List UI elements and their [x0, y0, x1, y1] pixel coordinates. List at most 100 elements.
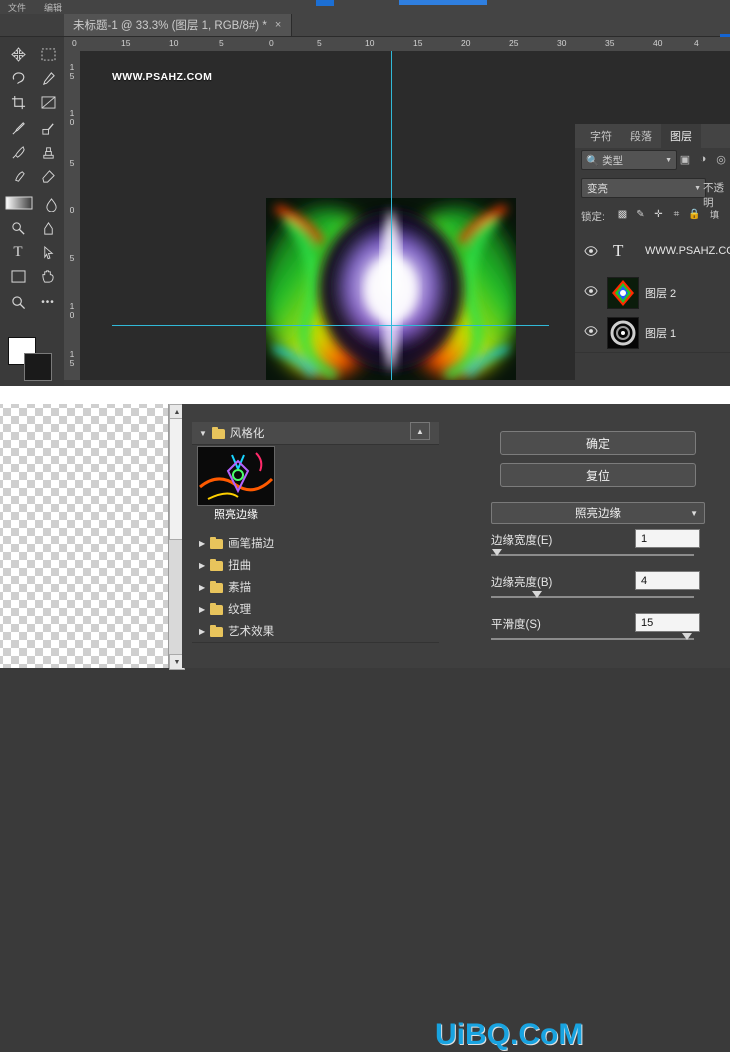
triangle-right-icon[interactable]: ▶	[199, 561, 205, 570]
document-tab-bar: 未标题-1 @ 33.3% (图层 1, RGB/8#) * ×	[0, 14, 730, 37]
zoom-tool[interactable]	[3, 291, 33, 314]
reset-button[interactable]: 复位	[500, 463, 696, 487]
lock-all-icon[interactable]: 🔒	[687, 207, 702, 222]
chevron-down-icon[interactable]: ▼	[690, 509, 698, 518]
artwork-watermark-text: WWW.PSAHZ.COM	[112, 71, 213, 83]
folder-icon	[210, 558, 224, 571]
type-tool[interactable]: T	[3, 241, 33, 264]
category-texture[interactable]: ▶ 纹理	[192, 598, 439, 621]
close-icon[interactable]: ×	[275, 19, 281, 31]
triangle-right-icon[interactable]: ▶	[199, 583, 205, 592]
slider-value-smoothness[interactable]: 15	[635, 613, 700, 632]
layer-row-text[interactable]: T WWW.PSAHZ.CO	[575, 232, 730, 273]
more-tools-icon[interactable]: •••	[33, 291, 63, 314]
healing-brush-tool[interactable]	[33, 117, 63, 140]
ok-button[interactable]: 确定	[500, 431, 696, 455]
quick-select-tool[interactable]	[33, 67, 63, 90]
ruler-tick: 5	[317, 38, 322, 48]
ruler-tick: 0	[269, 38, 274, 48]
slider-value-edge-brightness[interactable]: 4	[635, 571, 700, 590]
crop-tool[interactable]	[3, 91, 33, 114]
tab-strip-left-gap	[0, 14, 64, 36]
lasso-tool[interactable]	[3, 67, 33, 90]
menu-item-file[interactable]: 文件	[8, 1, 26, 14]
hand-tool[interactable]	[33, 265, 63, 288]
layer-filter-select[interactable]: 🔍 类型 ▼	[581, 150, 677, 170]
slider-track-edge-brightness[interactable]	[491, 596, 694, 598]
layer-filter-label: 类型	[602, 154, 624, 167]
slider-knob-smoothness[interactable]	[682, 633, 692, 640]
dodge-tool[interactable]	[3, 217, 33, 240]
slider-knob-edge-width[interactable]	[492, 549, 502, 556]
filter-thumb-glowing-edges[interactable]: 照亮边缘	[197, 446, 275, 522]
folder-icon	[210, 536, 224, 549]
path-selection-tool[interactable]	[33, 241, 63, 264]
triangle-right-icon[interactable]: ▶	[199, 539, 205, 548]
slider-track-smoothness[interactable]	[491, 638, 694, 640]
menu-item-edit[interactable]: 编辑	[44, 1, 62, 14]
pen-tool[interactable]	[33, 217, 63, 240]
move-tool[interactable]	[3, 43, 33, 66]
page-watermark: UiBQ.CoM	[435, 1018, 584, 1051]
filter-image-icon[interactable]: ▣	[677, 151, 693, 167]
visibility-eye-icon[interactable]	[584, 244, 598, 258]
eyedropper-tool[interactable]	[3, 117, 33, 140]
triangle-right-icon[interactable]: ▶	[199, 605, 205, 614]
category-label: 风格化	[229, 428, 265, 440]
lock-transparency-icon[interactable]: ▩	[615, 207, 630, 222]
triangle-right-icon[interactable]: ▶	[199, 627, 205, 636]
brush-tool[interactable]	[3, 141, 33, 164]
chevron-down-icon[interactable]: ▼	[694, 185, 701, 192]
ruler-tick: 10	[365, 38, 375, 48]
eraser-tool[interactable]	[33, 165, 63, 188]
slider-track-edge-width[interactable]	[491, 554, 694, 556]
dialog-gap	[182, 404, 192, 668]
visibility-eye-icon[interactable]	[584, 324, 598, 338]
category-label: 扭曲	[228, 560, 252, 572]
document-tab[interactable]: 未标题-1 @ 33.3% (图层 1, RGB/8#) * ×	[64, 14, 293, 36]
blur-tool[interactable]	[36, 193, 66, 216]
ruler-tick: 5	[69, 253, 75, 263]
triangle-down-icon[interactable]: ▼	[199, 429, 207, 438]
blend-mode-select[interactable]: 变亮 ▼	[581, 178, 706, 198]
tab-paragraph[interactable]: 段落	[621, 124, 661, 148]
category-label: 画笔描边	[228, 538, 275, 550]
visibility-eye-icon[interactable]	[584, 284, 598, 298]
category-brush-strokes[interactable]: ▶ 画笔描边	[192, 532, 439, 555]
layer-thumbnail	[607, 317, 639, 349]
filter-gallery-dialog: ▲ ▼ ▼ 风格化 照亮边缘 ▶ 画笔描边 ▶ 扭曲 ▶ 素描 ▶ 纹理 ▶ 艺…	[0, 404, 730, 670]
document-tab-title: 未标题-1 @ 33.3% (图层 1, RGB/8#) *	[73, 20, 267, 32]
slider-value-edge-width[interactable]: 1	[635, 529, 700, 548]
filter-select[interactable]: 照亮边缘 ▼	[491, 502, 705, 524]
category-artistic[interactable]: ▶ 艺术效果	[192, 620, 439, 643]
tab-layers[interactable]: 图层	[661, 124, 701, 148]
slider-knob-edge-brightness[interactable]	[532, 591, 542, 598]
lock-artboard-icon[interactable]: ⌗	[669, 207, 684, 222]
marquee-tool[interactable]	[33, 43, 63, 66]
vertical-ruler[interactable]: 1 5 1 0 5 0 5 1 0 1 5	[64, 51, 81, 380]
lock-move-icon[interactable]: ✛	[651, 207, 666, 222]
category-sketch[interactable]: ▶ 素描	[192, 576, 439, 599]
ruler-tick: 20	[461, 38, 471, 48]
filter-adjustment-icon[interactable]: ◑	[695, 151, 711, 167]
history-brush-tool[interactable]	[3, 165, 33, 188]
collapse-panel-button[interactable]: ▲	[410, 422, 430, 440]
tab-character[interactable]: 字符	[581, 124, 621, 148]
category-stylize[interactable]: ▼ 风格化	[192, 422, 439, 445]
category-distort[interactable]: ▶ 扭曲	[192, 554, 439, 577]
layer-row-2[interactable]: 图层 2	[575, 272, 730, 313]
shape-tool[interactable]	[3, 265, 33, 288]
ruler-tick: 0	[69, 117, 75, 127]
chevron-down-icon[interactable]: ▼	[665, 157, 672, 164]
slice-tool[interactable]	[33, 91, 63, 114]
preview-scrollbar[interactable]: ▲ ▼	[168, 404, 185, 670]
layer-row-1[interactable]: 图层 1	[575, 312, 730, 353]
lock-brush-icon[interactable]: ✎	[633, 207, 648, 222]
filter-preview[interactable]	[0, 404, 182, 668]
clone-stamp-tool[interactable]	[33, 141, 63, 164]
filter-type-icon[interactable]: ◎	[713, 151, 729, 167]
horizontal-ruler[interactable]: 0 15 10 5 0 5 10 15 20 25 30 35 40 4	[64, 37, 730, 52]
fill-label-icon: 填	[709, 210, 719, 220]
background-color-swatch[interactable]	[24, 353, 52, 381]
gradient-tool[interactable]	[3, 193, 35, 213]
